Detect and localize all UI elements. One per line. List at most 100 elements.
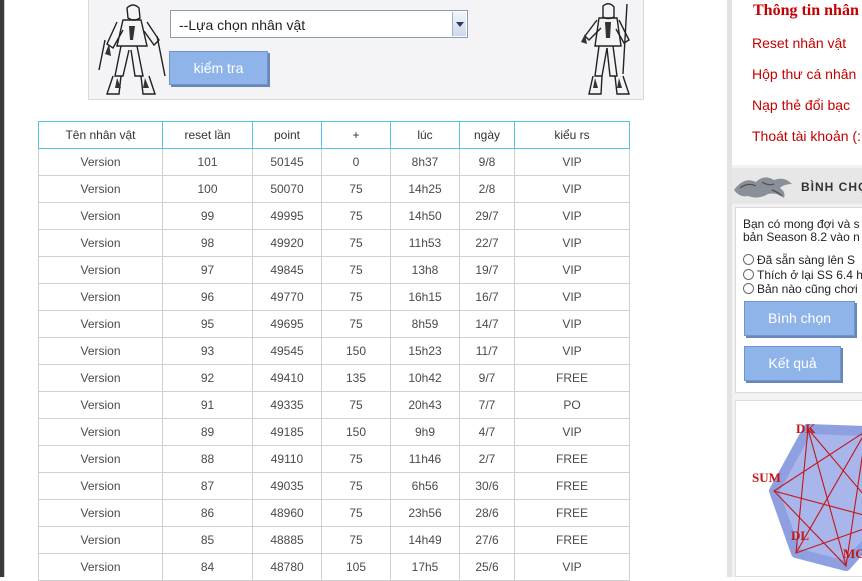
cell-date: 16/7 [459, 283, 515, 311]
cell-date: 4/7 [459, 418, 515, 446]
cell-reset-type: FREE [514, 472, 630, 500]
cell-character-name: Version [38, 472, 163, 500]
cell-date: 14/7 [459, 310, 515, 338]
cell-reset-count: 95 [162, 310, 253, 338]
warrior-artwork-right [581, 3, 630, 95]
cell-point: 49410 [252, 364, 322, 392]
cell-point: 49185 [252, 418, 322, 446]
radio-button[interactable] [743, 269, 754, 280]
cell-time: 8h37 [390, 148, 460, 176]
cell-date: 30/6 [459, 472, 515, 500]
vote-button[interactable]: Bình chọn [744, 301, 855, 336]
cell-time: 13h8 [390, 256, 460, 284]
link-reset-character[interactable]: Reset nhân vật [752, 35, 846, 51]
cell-reset-type: VIP [514, 337, 630, 365]
cell-reset-count: 86 [162, 499, 253, 527]
header-date: ngày [459, 121, 515, 149]
character-select[interactable]: --Lựa chọn nhân vật [170, 10, 468, 38]
cell-date: 11/7 [459, 337, 515, 365]
table-row: Version 101 50145 0 8h37 9/8 VIP [38, 148, 630, 176]
cell-reset-count: 87 [162, 472, 253, 500]
cell-date: 9/8 [459, 148, 515, 176]
poll-option-3[interactable]: Bản nào cũng chơi [743, 282, 858, 296]
cell-character-name: Version [38, 256, 163, 284]
poll-option-1[interactable]: Đã sẵn sàng lên S [743, 253, 855, 267]
dragon-icon [734, 177, 792, 198]
cell-plus: 75 [321, 229, 391, 257]
class-label-dl: DL [791, 528, 810, 543]
poll-box: Bạn có mong đợi và s bản Season 8.2 vào … [735, 207, 862, 393]
table-row: Version 92 49410 135 10h42 9/7 FREE [38, 364, 630, 392]
table-row: Version 93 49545 150 15h23 11/7 VIP [38, 337, 630, 365]
cell-reset-count: 98 [162, 229, 253, 257]
radio-button[interactable] [743, 283, 754, 294]
cell-plus: 75 [321, 310, 391, 338]
cell-character-name: Version [38, 553, 163, 581]
cell-point: 50070 [252, 175, 322, 203]
cell-character-name: Version [38, 148, 163, 176]
cell-date: 29/7 [459, 202, 515, 230]
cell-reset-type: VIP [514, 553, 630, 581]
cell-date: 7/7 [459, 391, 515, 419]
link-logout[interactable]: Thoát tài khoản (: [752, 128, 861, 144]
table-row: Version 97 49845 75 13h8 19/7 VIP [38, 256, 630, 284]
character-search-panel: --Lựa chọn nhân vật kiểm tra [88, 0, 644, 100]
table-row: Version 89 49185 150 9h9 4/7 VIP [38, 418, 630, 446]
cell-date: 22/7 [459, 229, 515, 257]
cell-point: 49695 [252, 310, 322, 338]
cell-character-name: Version [38, 175, 163, 203]
table-row: Version 84 48780 105 17h5 25/6 VIP [38, 553, 630, 581]
cell-point: 48780 [252, 553, 322, 581]
cell-reset-type: VIP [514, 202, 630, 230]
cell-time: 14h49 [390, 526, 460, 554]
cell-character-name: Version [38, 391, 163, 419]
poll-title: BÌNH CHỌ [801, 180, 862, 194]
cell-reset-count: 89 [162, 418, 253, 446]
table-header-row: Tên nhân vật reset lần point + lúc ngày … [38, 121, 630, 149]
table-row: Version 98 49920 75 11h53 22/7 VIP [38, 229, 630, 257]
result-button[interactable]: Kết quả [744, 346, 841, 381]
header-character-name: Tên nhân vật [38, 121, 163, 149]
table-row: Version 99 49995 75 14h50 29/7 VIP [38, 202, 630, 230]
left-edge-line [4, 0, 5, 577]
cell-date: 28/6 [459, 499, 515, 527]
cell-reset-type: FREE [514, 445, 630, 473]
class-stats-box: DK SUM DL MG [735, 400, 862, 577]
chevron-down-icon[interactable] [452, 12, 466, 36]
check-button[interactable]: kiểm tra [169, 51, 268, 85]
cell-point: 49545 [252, 337, 322, 365]
cell-plus: 75 [321, 499, 391, 527]
poll-question: Bạn có mong đợi và s bản Season 8.2 vào … [743, 217, 860, 244]
header-point: point [252, 121, 322, 149]
cell-time: 11h53 [390, 229, 460, 257]
cell-reset-count: 97 [162, 256, 253, 284]
cell-point: 48960 [252, 499, 322, 527]
account-menu: Thông tin nhân Reset nhân vật Hộp thư cá… [732, 0, 862, 165]
header-reset-type: kiểu rs [514, 121, 630, 149]
cell-reset-count: 85 [162, 526, 253, 554]
cell-reset-type: FREE [514, 499, 630, 527]
cell-time: 6h56 [390, 472, 460, 500]
cell-reset-type: PO [514, 391, 630, 419]
cell-date: 2/8 [459, 175, 515, 203]
poll-option-2[interactable]: Thích ở lại SS 6.4 h [743, 268, 862, 282]
radio-button[interactable] [743, 254, 754, 265]
cell-plus: 75 [321, 526, 391, 554]
cell-time: 23h56 [390, 499, 460, 527]
cell-reset-count: 88 [162, 445, 253, 473]
cell-point: 49335 [252, 391, 322, 419]
header-plus: + [321, 121, 391, 149]
cell-reset-count: 84 [162, 553, 253, 581]
cell-character-name: Version [38, 499, 163, 527]
cell-time: 8h59 [390, 310, 460, 338]
cell-time: 11h46 [390, 445, 460, 473]
cell-reset-type: VIP [514, 418, 630, 446]
class-label-mg: MG [843, 546, 862, 561]
link-top-up[interactable]: Nạp thẻ đổi bạc [752, 97, 850, 113]
cell-point: 49845 [252, 256, 322, 284]
table-row: Version 91 49335 75 20h43 7/7 PO [38, 391, 630, 419]
link-inbox[interactable]: Hộp thư cá nhân [752, 66, 856, 82]
header-reset-count: reset lần [162, 121, 253, 149]
cell-reset-count: 91 [162, 391, 253, 419]
cell-reset-type: FREE [514, 526, 630, 554]
